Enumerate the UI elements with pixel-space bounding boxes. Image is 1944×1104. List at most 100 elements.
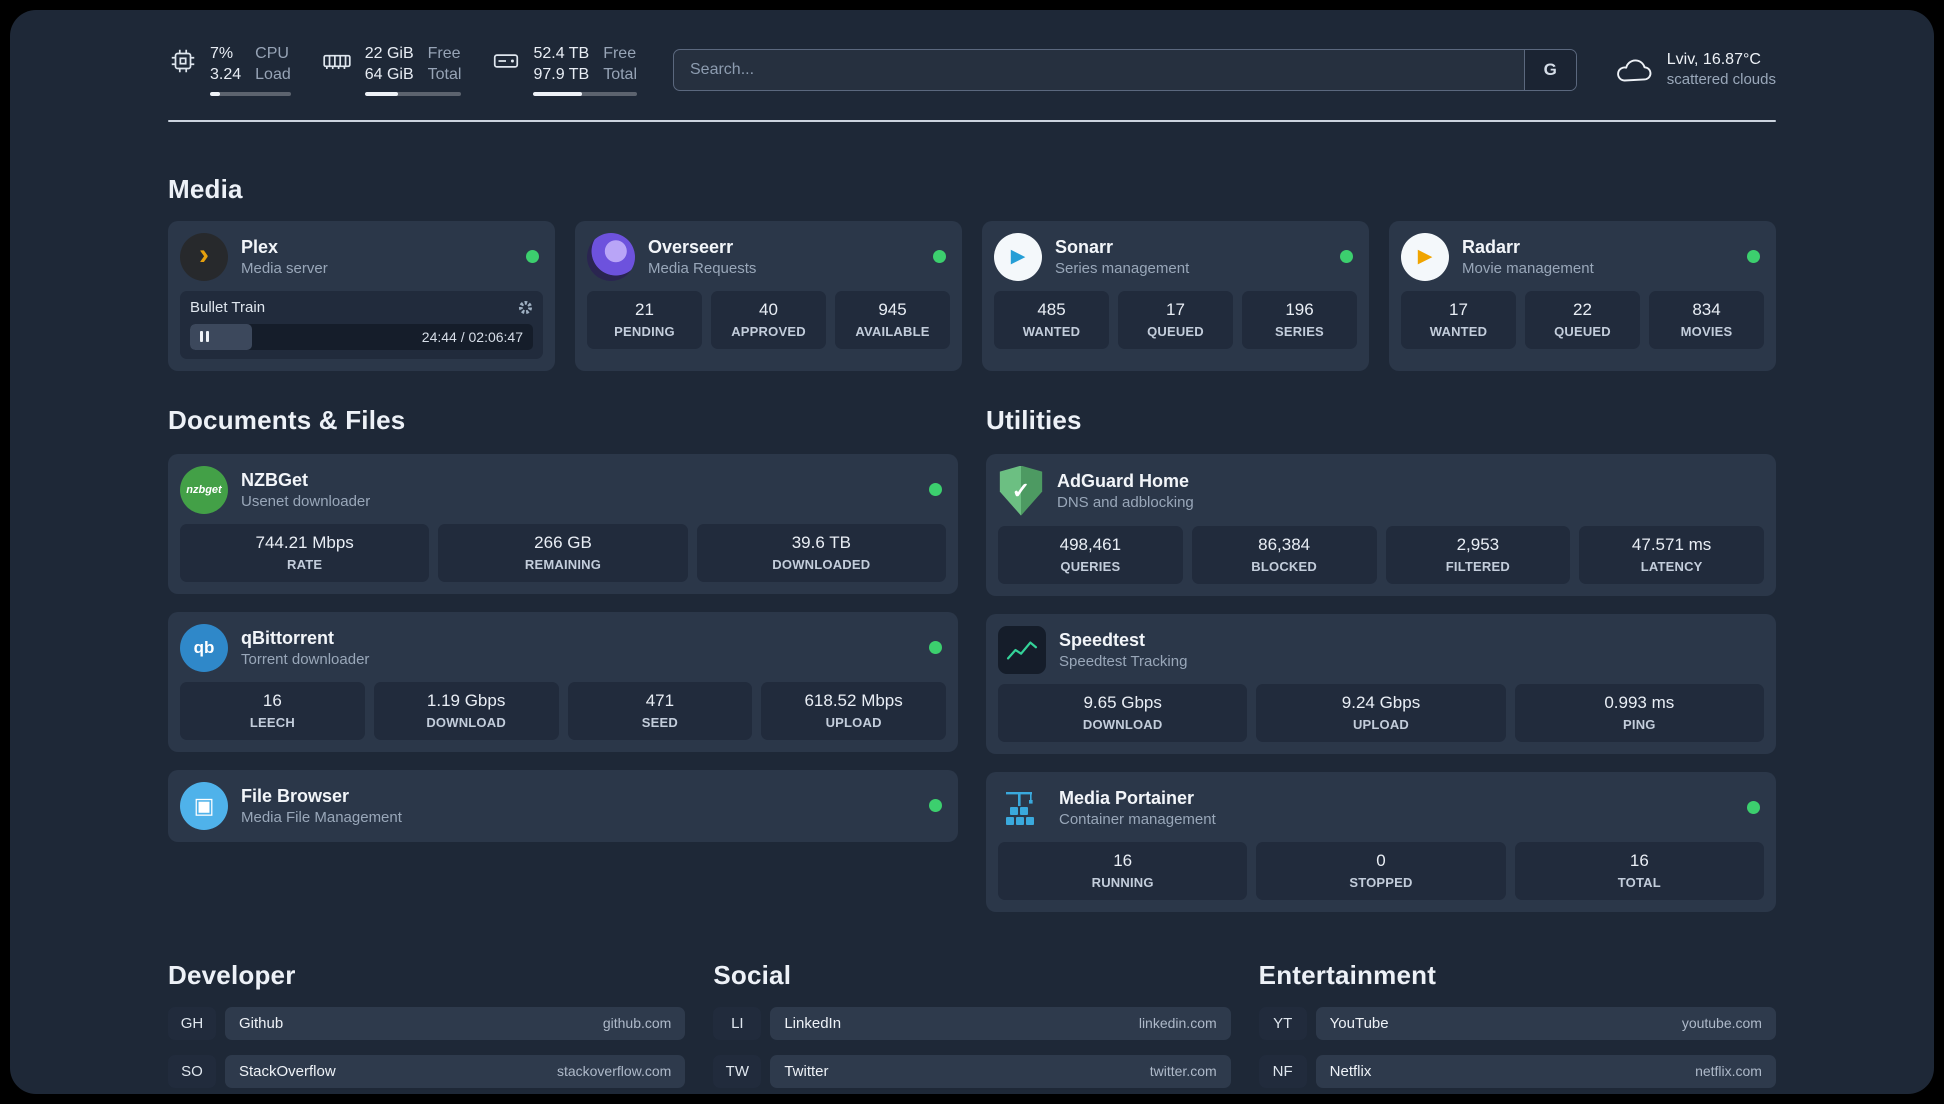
service-name: Plex xyxy=(241,236,279,257)
status-dot xyxy=(933,250,946,264)
service-description: Speedtest Tracking xyxy=(1059,652,1188,670)
service-card-sonarr[interactable]: ▶ Sonarr Series management 485 WANTED 17 Q… xyxy=(982,220,1369,371)
search-provider-button[interactable]: G xyxy=(1523,49,1576,90)
service-card-adguard[interactable]: ✓ AdGuard Home DNS and adblocking 498,46… xyxy=(986,453,1776,596)
service-card-overseerr[interactable]: Overseerr Media Requests 21 PENDING 40 APP… xyxy=(575,220,962,371)
stat-tile: 22 QUEUED xyxy=(1525,290,1640,349)
media-card-grid: › Plex Media server Bullet Train 24:44 /… xyxy=(168,220,1776,371)
memory-label-1: Free xyxy=(427,45,461,62)
bookmark-name: Github xyxy=(239,1014,284,1032)
status-dot xyxy=(929,641,942,655)
stat-tile: 21 PENDING xyxy=(587,290,702,349)
memory-icon xyxy=(321,46,353,76)
bookmark-netflix[interactable]: NF Netflix netflix.com xyxy=(1258,1054,1776,1088)
top-bar: 7% 3.24 CPU Load 22 GiB 64 GiB Free Tota… xyxy=(168,10,1776,96)
service-description: Container management xyxy=(1059,810,1216,828)
search-input[interactable] xyxy=(674,49,1524,90)
bookmark-stackoverflow[interactable]: SO StackOverflow stackoverflow.com xyxy=(168,1054,686,1088)
gear-icon[interactable] xyxy=(518,300,533,315)
disk-total-value: 97.9 TB xyxy=(533,65,590,83)
stat-tile: 485 WANTED xyxy=(994,290,1109,349)
status-dot xyxy=(1340,250,1353,264)
status-dot xyxy=(1747,250,1760,264)
bookmark-name: YouTube xyxy=(1329,1014,1389,1032)
bookmark-abbr: LI xyxy=(713,1006,762,1040)
pause-icon[interactable] xyxy=(200,331,209,343)
bookmark-abbr: YT xyxy=(1258,1006,1307,1040)
memory-widget: 22 GiB 64 GiB Free Total xyxy=(321,44,462,96)
stat-tile: 618.52 Mbps UPLOAD xyxy=(761,681,946,740)
service-description: Movie management xyxy=(1462,259,1594,277)
section-title-documents: Documents & Files xyxy=(168,404,406,435)
status-dot xyxy=(929,799,942,813)
service-description: Media server xyxy=(241,259,328,277)
cpu-widget: 7% 3.24 CPU Load xyxy=(168,44,291,96)
bookmark-abbr: SO xyxy=(168,1054,216,1088)
section-title-media: Media xyxy=(168,173,243,204)
now-playing-title: Bullet Train xyxy=(190,298,266,316)
cpu-usage-bar xyxy=(210,91,291,96)
cpu-label-1: CPU xyxy=(255,45,289,62)
section-title-utilities: Utilities xyxy=(986,404,1082,435)
disk-widget: 52.4 TB 97.9 TB Free Total xyxy=(491,44,637,96)
bookmark-group-social: Social LI LinkedIn linkedin.com TW Twitt… xyxy=(713,960,1231,1094)
bookmark-name: StackOverflow xyxy=(239,1062,336,1080)
service-name: Sonarr xyxy=(1055,236,1114,257)
service-description: Media File Management xyxy=(241,808,402,826)
bookmark-github[interactable]: GH Github github.com xyxy=(168,1006,686,1040)
radarr-icon: ▶ xyxy=(1401,232,1449,281)
stat-tile: 16 LEECH xyxy=(180,681,365,740)
bookmark-youtube[interactable]: YT YouTube youtube.com xyxy=(1258,1006,1776,1040)
service-name: Radarr xyxy=(1462,236,1521,257)
stat-tile: 47.571 ms LATENCY xyxy=(1579,525,1764,584)
service-card-speedtest[interactable]: Speedtest Speedtest Tracking 9.65 Gbps DO… xyxy=(986,613,1776,754)
stat-tile: 9.65 Gbps DOWNLOAD xyxy=(998,683,1248,742)
bookmark-group-entertainment: Entertainment YT YouTube youtube.com NF … xyxy=(1258,960,1776,1094)
bookmark-domain: github.com xyxy=(602,1015,672,1032)
nzbget-icon: nzbget xyxy=(180,465,228,514)
service-description: Torrent downloader xyxy=(241,650,370,668)
stat-tile: 40 APPROVED xyxy=(711,290,826,349)
disk-label-1: Free xyxy=(603,45,637,62)
service-name: File Browser xyxy=(241,785,350,806)
service-name: Media Portainer xyxy=(1059,787,1195,808)
service-name: Speedtest xyxy=(1059,629,1146,650)
service-card-radarr[interactable]: ▶ Radarr Movie management 17 WANTED 22 QUE… xyxy=(1389,220,1776,371)
service-description: Media Requests xyxy=(648,259,757,277)
stat-tile: 945 AVAILABLE xyxy=(835,290,950,349)
stat-tile: 196 SERIES xyxy=(1242,290,1357,349)
status-dot xyxy=(929,483,942,497)
memory-free-value: 22 GiB xyxy=(364,45,414,62)
plex-now-playing: Bullet Train 24:44 / 02:06:47 xyxy=(180,290,543,359)
dashboard-panel: 7% 3.24 CPU Load 22 GiB 64 GiB Free Tota… xyxy=(10,10,1934,1094)
bookmark-name: LinkedIn xyxy=(784,1014,842,1032)
service-card-filebrowser[interactable]: ▣ File Browser Media File Management xyxy=(168,769,958,842)
service-name: Overseerr xyxy=(648,236,734,257)
bookmark-twitter[interactable]: TW Twitter twitter.com xyxy=(713,1054,1231,1088)
service-card-nzbget[interactable]: nzbget NZBGet Usenet downloader 744.21 M… xyxy=(168,453,958,594)
documents-column: Documents & Files nzbget NZBGet Usenet d… xyxy=(168,405,958,912)
portainer-icon xyxy=(998,784,1046,832)
stat-tile: 17 WANTED xyxy=(1401,290,1516,349)
service-card-portainer[interactable]: Media Portainer Container management 16 R… xyxy=(986,771,1776,912)
cpu-load-value: 3.24 xyxy=(210,65,242,83)
stat-tile: 16 RUNNING xyxy=(998,841,1248,900)
disk-label-2: Total xyxy=(603,65,637,83)
search-bar: G xyxy=(673,48,1577,91)
cloud-icon xyxy=(1613,53,1655,87)
weather-widget: Lviv, 16.87°C scattered clouds xyxy=(1613,49,1776,91)
service-description: Usenet downloader xyxy=(241,492,371,510)
service-card-plex[interactable]: › Plex Media server Bullet Train 24:44 /… xyxy=(168,220,555,371)
speedtest-icon xyxy=(998,625,1046,674)
section-title-developer: Developer xyxy=(168,959,296,990)
service-name: NZBGet xyxy=(241,469,308,490)
stat-tile: 2,953 FILTERED xyxy=(1385,525,1571,584)
topbar-divider xyxy=(168,119,1776,122)
service-card-qbittorrent[interactable]: qb qBittorrent Torrent downloader 16 LEEC… xyxy=(168,611,958,752)
playback-progress-bar[interactable]: 24:44 / 02:06:47 xyxy=(190,323,533,350)
bookmark-abbr: NF xyxy=(1258,1054,1307,1088)
bookmark-linkedin[interactable]: LI LinkedIn linkedin.com xyxy=(713,1006,1231,1040)
cpu-percent: 7% xyxy=(210,45,234,62)
stat-tile: 0 STOPPED xyxy=(1256,841,1506,900)
bookmark-name: Twitter xyxy=(784,1062,829,1080)
